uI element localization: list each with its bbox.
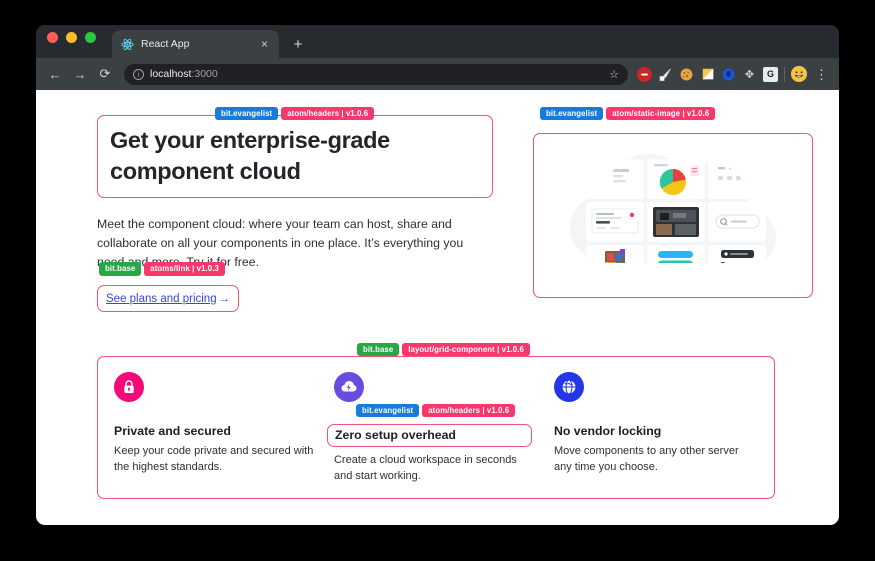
- badge-component: layout/grid-component | v1.0.6: [402, 343, 530, 357]
- address-bar[interactable]: i localhost:3000 ☆: [124, 63, 628, 85]
- arrow-right-icon: →: [218, 293, 231, 306]
- move-glyph: ✥: [744, 68, 755, 81]
- move-icon[interactable]: ✥: [742, 67, 757, 82]
- back-icon[interactable]: ←: [45, 64, 65, 84]
- minimize-window-button[interactable]: [66, 31, 77, 43]
- headline-component[interactable]: Get your enterprise-grade component clou…: [97, 115, 493, 199]
- cloud-bolt-icon: [333, 372, 364, 402]
- image-component-badge[interactable]: bit.evangelist atom/static-image | v1.0.…: [540, 107, 716, 121]
- grammarly-glyph: G: [766, 69, 774, 79]
- browser-window: React App × + ← → ⟳ i localhost:3000 ☆ ✥…: [36, 25, 839, 525]
- badge-component: atom/headers | v1.0.6: [281, 107, 375, 121]
- badge-owner: bit.evangelist: [215, 107, 279, 121]
- see-plans-and-pricing-link[interactable]: See plans and pricing →: [106, 293, 230, 305]
- window-controls: [47, 25, 96, 58]
- headline-component-badge[interactable]: bit.evangelist atom/headers | v1.0.6: [215, 107, 375, 121]
- feature-description: Move components to any other server any …: [553, 445, 739, 473]
- new-tab-button[interactable]: +: [290, 37, 306, 52]
- feature-item-private-and-secured: Private and secured Keep your code priva…: [106, 372, 326, 485]
- browser-tab[interactable]: React App ×: [112, 30, 279, 58]
- globe-icon: [553, 372, 584, 402]
- cookie-icon[interactable]: [679, 67, 694, 82]
- feature-description: Keep your code private and secured with …: [114, 445, 314, 473]
- badge-component: atom/headers | v1.0.6: [422, 404, 516, 418]
- feature-item-no-vendor-locking: No vendor locking Move components to any…: [546, 372, 766, 485]
- page-title: Get your enterprise-grade component clou…: [110, 127, 390, 184]
- forward-icon[interactable]: →: [70, 64, 90, 84]
- browser-toolbar: ← → ⟳ i localhost:3000 ☆ ✥ G ⋮: [36, 58, 839, 90]
- badge-owner: bit.base: [99, 262, 142, 276]
- static-image-component[interactable]: [533, 133, 813, 298]
- close-window-button[interactable]: [47, 31, 58, 43]
- feature-title: Private and secured: [114, 424, 231, 438]
- badge-component: atom/static-image | v1.0.6: [606, 107, 716, 121]
- pen-tool-icon[interactable]: [658, 67, 673, 82]
- feature-description: Create a cloud workspace in seconds and …: [333, 454, 517, 482]
- hero-text-column: bit.evangelist atom/headers | v1.0.6 Get…: [97, 107, 493, 313]
- browser-menu-icon[interactable]: ⋮: [813, 68, 830, 81]
- link-label: See plans and pricing: [106, 293, 217, 306]
- feature-grid-component: Private and secured Keep your code priva…: [97, 356, 775, 499]
- badge-owner: bit.base: [357, 343, 400, 357]
- feature-title-component-badge[interactable]: bit.evangelist atom/headers | v1.0.6: [355, 404, 516, 418]
- browser-tabstrip: React App × +: [36, 25, 839, 58]
- tab-title: React App: [141, 38, 190, 50]
- feature-item-zero-setup-overhead: bit.evangelist atom/headers | v1.0.6 Zer…: [326, 372, 546, 485]
- extension-icons: ✥ G ⋮: [637, 66, 830, 82]
- pocket-icon[interactable]: [721, 67, 736, 82]
- grid-component-badge[interactable]: bit.base layout/grid-component | v1.0.6: [357, 343, 530, 357]
- ublock-origin-icon[interactable]: [637, 66, 652, 82]
- feature-title[interactable]: Zero setup overhead: [326, 424, 532, 447]
- badge-owner: bit.evangelist: [540, 107, 604, 121]
- url-port: :3000: [191, 68, 218, 80]
- reload-icon[interactable]: ⟳: [95, 64, 115, 84]
- grammarly-icon[interactable]: G: [763, 66, 778, 82]
- tab-close-icon[interactable]: ×: [258, 38, 271, 50]
- address-bar-url: localhost:3000: [150, 68, 218, 80]
- note-icon[interactable]: [700, 67, 715, 82]
- url-host: localhost: [150, 68, 192, 80]
- page-viewport: bit.evangelist atom/headers | v1.0.6 Get…: [36, 90, 839, 525]
- badge-component: atoms/link | v1.0.3: [144, 262, 225, 276]
- toolbar-divider: [784, 66, 785, 82]
- profile-avatar[interactable]: [791, 66, 807, 82]
- lock-icon: [114, 372, 144, 402]
- link-component-badge[interactable]: bit.base atoms/link | v1.0.3: [99, 262, 225, 276]
- component-cloud-illustration: [534, 134, 812, 297]
- site-info-icon[interactable]: i: [133, 68, 144, 80]
- hero-section: bit.evangelist atom/headers | v1.0.6 Get…: [97, 107, 813, 313]
- bookmark-star-icon[interactable]: ☆: [609, 68, 619, 81]
- maximize-window-button[interactable]: [85, 31, 96, 43]
- react-logo-icon: [120, 37, 134, 51]
- link-component[interactable]: See plans and pricing →: [97, 285, 240, 313]
- badge-owner: bit.evangelist: [355, 404, 420, 418]
- feature-title: No vendor locking: [553, 424, 662, 438]
